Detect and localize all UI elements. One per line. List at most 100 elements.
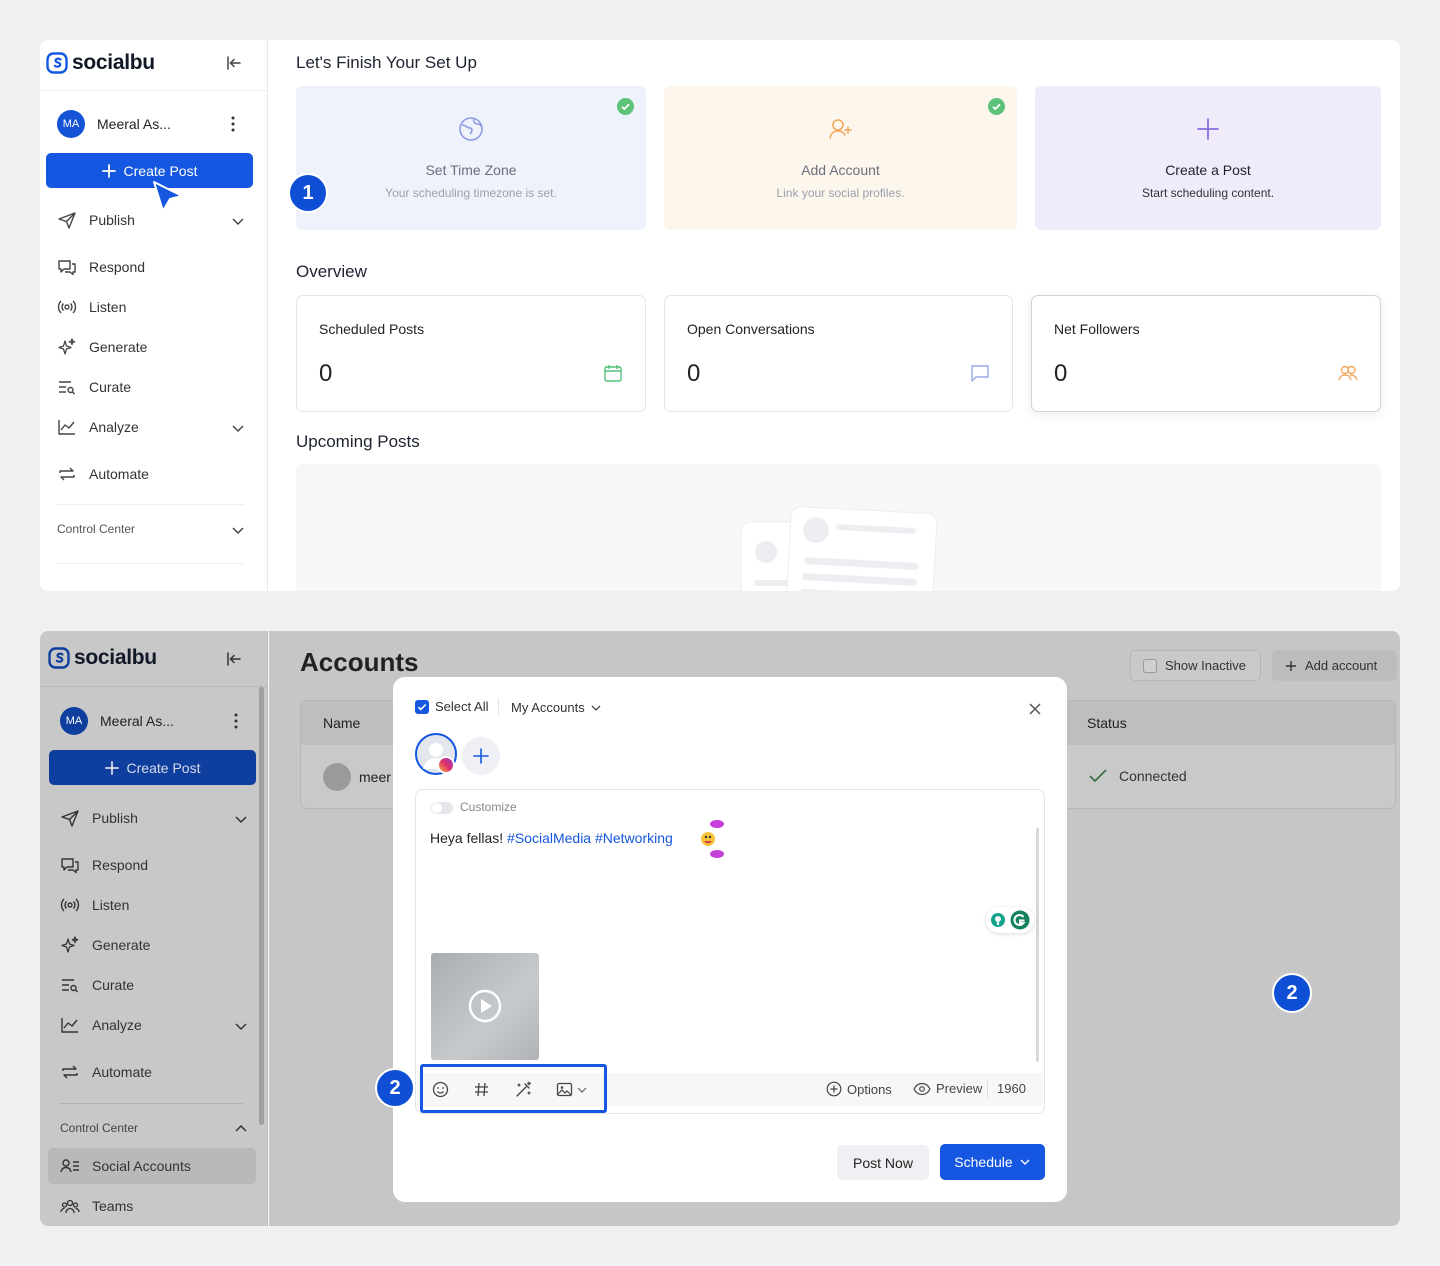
chevron-down-icon[interactable] [231, 523, 245, 537]
setup-card-title: Set Time Zone [425, 162, 517, 178]
chevron-down-icon[interactable] [1019, 1156, 1031, 1168]
sidebar-item-listen[interactable]: Listen [57, 295, 247, 319]
stat-label: Scheduled Posts [319, 321, 425, 337]
show-inactive-checkbox[interactable] [1143, 658, 1157, 673]
avatar: MA [60, 707, 88, 735]
chat-icon [61, 858, 79, 874]
preview-button[interactable]: Preview [913, 1081, 982, 1096]
sidebar-item-label: Analyze [92, 1017, 142, 1033]
broadcast-icon [60, 898, 80, 912]
options-button[interactable]: Options [826, 1081, 892, 1097]
add-account-button[interactable] [462, 737, 500, 775]
options-label: Options [847, 1081, 892, 1097]
chevron-down-icon[interactable] [234, 1019, 248, 1033]
stat-label: Open Conversations [687, 321, 815, 337]
setup-card-create-post[interactable]: Create a Post Start scheduling content. [1035, 86, 1381, 230]
brand-name: socialbu [72, 51, 155, 74]
sidebar-item-label: Generate [89, 339, 148, 355]
check-icon [1089, 769, 1107, 783]
plus-icon [473, 748, 489, 764]
chevron-down-icon[interactable] [231, 214, 245, 228]
editor-scrollbar[interactable] [1036, 828, 1039, 1062]
column-header-status: Status [1087, 715, 1127, 731]
logo[interactable]: socialbu [46, 50, 155, 76]
collapse-sidebar-icon[interactable] [225, 650, 243, 668]
user-name: Meeral As... [97, 116, 171, 132]
stat-label: Net Followers [1054, 321, 1140, 337]
divider [60, 1103, 243, 1104]
logo[interactable]: socialbu [48, 645, 157, 671]
sidebar-item-generate[interactable]: Generate [57, 335, 247, 359]
sidebar-item-generate[interactable]: Generate [60, 933, 250, 957]
collapse-sidebar-icon[interactable] [225, 54, 243, 72]
plus-icon [101, 163, 116, 178]
sidebar-item-curate[interactable]: Curate [57, 375, 247, 399]
preview-label: Preview [936, 1081, 983, 1096]
show-inactive-toggle[interactable]: Show Inactive [1130, 650, 1261, 681]
sidebar-item-publish[interactable]: Publish [57, 208, 247, 232]
sidebar-item-label: Listen [89, 299, 127, 315]
setup-card-subtitle: Link your social profiles. [776, 186, 905, 200]
check-icon [988, 98, 1005, 115]
sidebar-item-analyze[interactable]: Analyze [57, 415, 247, 439]
sidebar-item-publish[interactable]: Publish [60, 806, 250, 830]
kebab-menu-icon[interactable] [234, 713, 238, 729]
post-text-area[interactable]: Heya fellas! #SocialMedia #Networking [430, 830, 673, 846]
stat-value: 0 [1054, 360, 1068, 387]
setup-card-timezone[interactable]: Set Time Zone Your scheduling timezone i… [296, 86, 646, 230]
post-now-button[interactable]: Post Now [837, 1145, 929, 1180]
chevron-up-icon[interactable] [234, 1122, 248, 1136]
play-icon[interactable] [468, 989, 502, 1023]
user-name: Meeral As... [100, 713, 174, 729]
user-menu[interactable]: MA Meeral As... [60, 706, 250, 736]
close-icon[interactable] [1027, 701, 1043, 717]
account-name[interactable]: meer [359, 769, 391, 785]
stat-card-scheduled[interactable]: Scheduled Posts 0 [296, 295, 646, 412]
message-icon [971, 365, 989, 382]
sidebar-item-listen[interactable]: Listen [60, 893, 250, 917]
stat-card-followers[interactable]: Net Followers 0 [1031, 295, 1381, 412]
chevron-down-icon[interactable] [234, 812, 248, 826]
stat-card-conversations[interactable]: Open Conversations 0 [664, 295, 1013, 412]
instagram-icon [437, 756, 455, 774]
sparkle-icon [58, 338, 76, 355]
control-center-toggle[interactable]: Control Center [57, 517, 247, 541]
user-menu[interactable]: MA Meeral As... [57, 109, 247, 139]
add-user-icon [828, 119, 852, 139]
add-account-button[interactable]: Add account [1272, 650, 1397, 681]
repeat-icon [62, 1065, 78, 1079]
plus-icon [1197, 118, 1219, 140]
setup-card-add-account[interactable]: Add Account Link your social profiles. [664, 86, 1017, 230]
sidebar-item-automate[interactable]: Automate [60, 1060, 250, 1084]
upcoming-title: Upcoming Posts [296, 432, 420, 451]
schedule-button[interactable]: Schedule [940, 1144, 1045, 1180]
sidebar-item-automate[interactable]: Automate [57, 462, 247, 486]
sidebar-item-teams[interactable]: Teams [60, 1194, 250, 1218]
post-text: Heya fellas! [430, 830, 508, 846]
chevron-down-icon[interactable] [231, 421, 245, 435]
page-title: Accounts [300, 647, 419, 677]
sidebar-item-analyze[interactable]: Analyze [60, 1013, 250, 1037]
customize-toggle[interactable] [431, 802, 453, 814]
sidebar-item-social-accounts[interactable]: Social Accounts [60, 1154, 250, 1178]
sidebar-item-curate[interactable]: Curate [60, 973, 250, 997]
divider [40, 686, 267, 687]
sidebar-item-label: Analyze [89, 419, 139, 435]
select-all-checkbox[interactable]: Select All [415, 699, 488, 714]
sidebar-item-label: Teams [92, 1198, 134, 1214]
accounts-dropdown[interactable]: My Accounts [511, 700, 602, 715]
chat-icon [58, 260, 76, 276]
create-post-button[interactable]: Create Post [49, 750, 256, 785]
upcoming-posts-empty [296, 464, 1381, 591]
kebab-menu-icon[interactable] [231, 116, 235, 132]
sidebar-item-respond[interactable]: Respond [60, 853, 250, 877]
grammarly-widget[interactable] [986, 907, 1034, 933]
show-inactive-label: Show Inactive [1165, 658, 1246, 673]
create-post-label: Create Post [126, 759, 201, 776]
video-thumbnail[interactable] [431, 953, 539, 1060]
schedule-label: Schedule [954, 1154, 1013, 1170]
sidebar-scrollbar[interactable] [259, 687, 264, 1125]
control-center-toggle[interactable]: Control Center [60, 1116, 250, 1140]
lightbulb-icon [991, 913, 1005, 927]
sidebar-item-respond[interactable]: Respond [57, 255, 247, 279]
